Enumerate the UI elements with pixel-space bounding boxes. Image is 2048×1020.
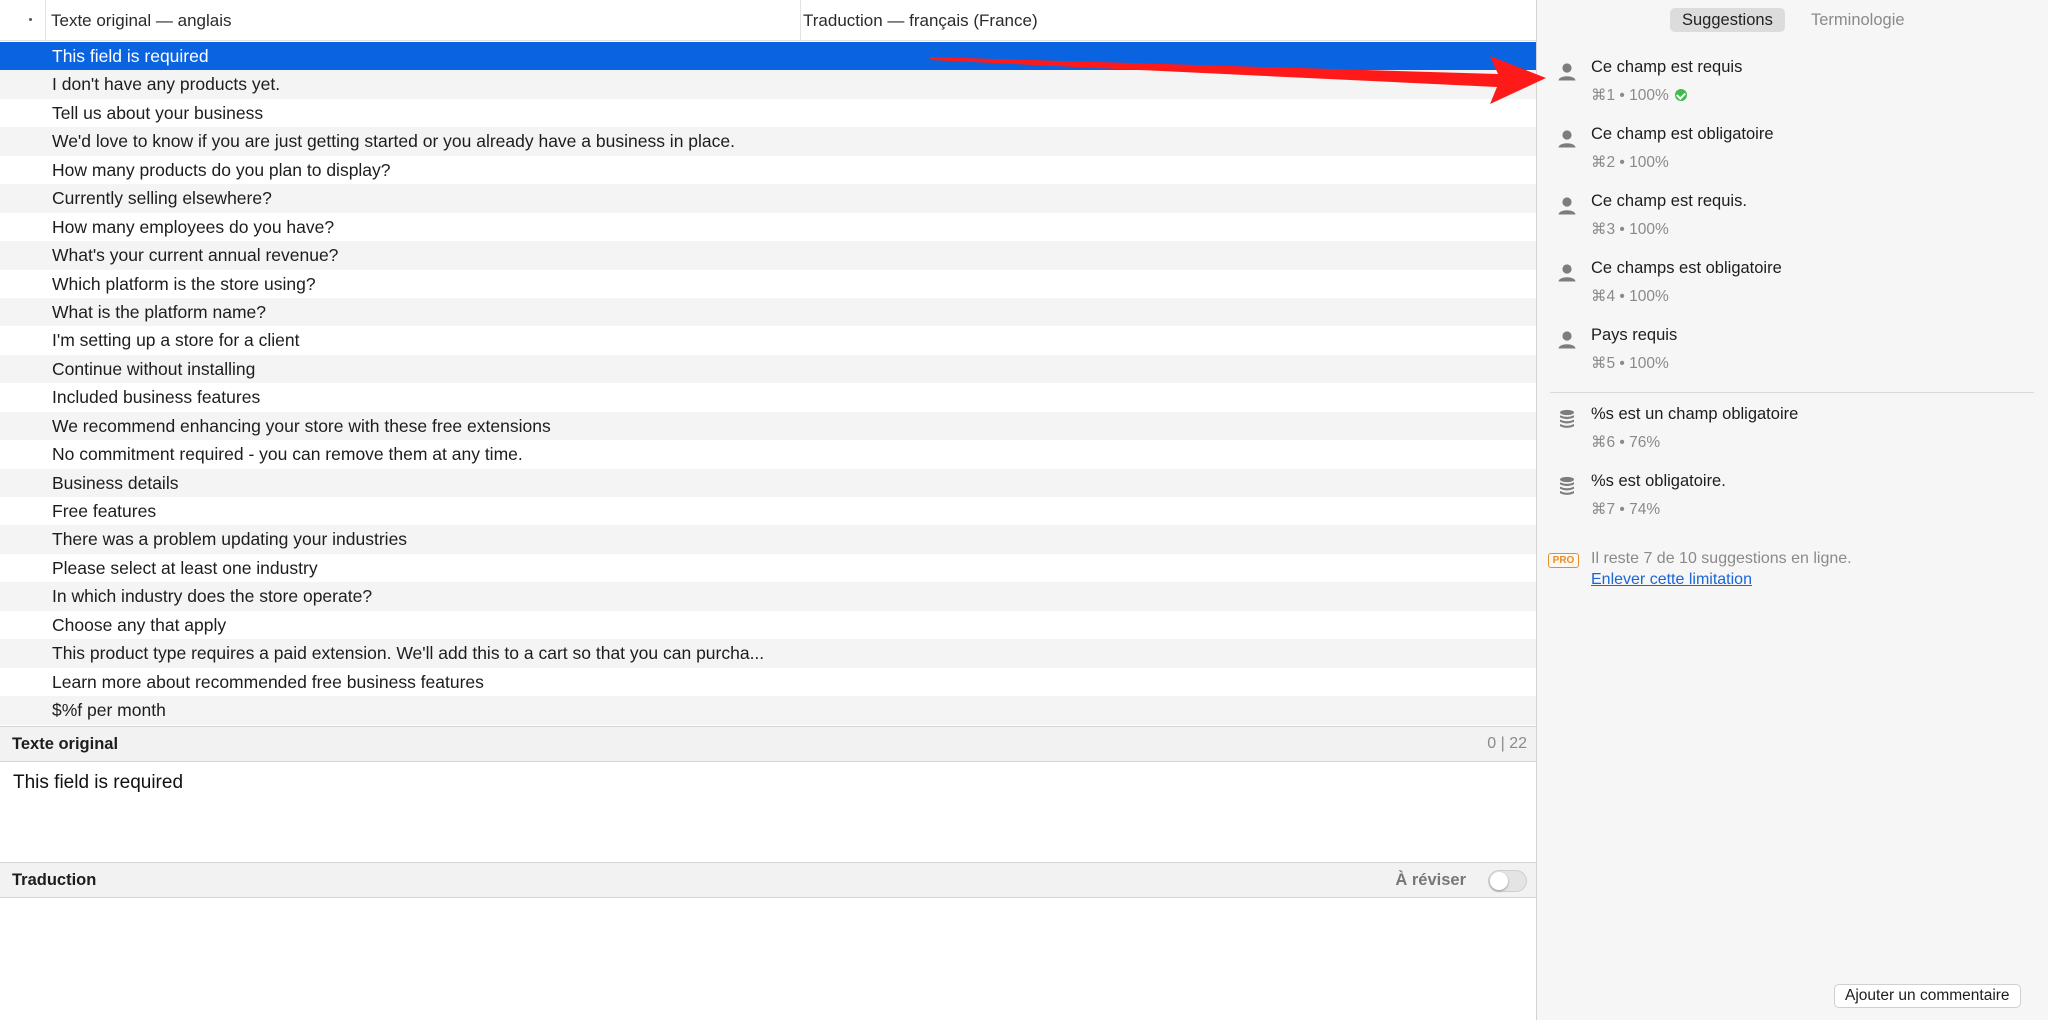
string-row[interactable]: Tell us about your business (0, 98, 1536, 128)
translation-input[interactable] (0, 898, 1536, 1020)
tab-suggestions[interactable]: Suggestions (1670, 8, 1785, 32)
string-row[interactable]: Which platform is the store using? (0, 269, 1536, 298)
suggestion-meta: ⌘5 • 100% (1591, 354, 1669, 373)
source-text-title: Texte original (12, 735, 119, 753)
suggestion-item[interactable]: Ce champ est requis. ⌘3 • 100% (1537, 189, 2048, 249)
translation-title: Traduction (12, 871, 97, 889)
suggestion-text: Ce champs est obligatoire (1591, 259, 1782, 277)
tab-terminology[interactable]: Terminologie (1799, 8, 1917, 32)
string-row[interactable]: Free features (0, 497, 1536, 526)
add-comment-button[interactable]: Ajouter un commentaire (1834, 984, 2021, 1008)
character-count: 0 | 22 (1487, 735, 1527, 752)
needs-review-toggle[interactable] (1488, 870, 1527, 892)
suggestion-divider (1550, 392, 2034, 393)
suggestion-shortcut-score: ⌘7 • 74% (1591, 501, 1661, 518)
check-circle-icon (1674, 89, 1687, 101)
string-row-selected[interactable]: This field is required (0, 42, 1536, 71)
database-icon (1556, 475, 1578, 497)
string-row[interactable]: Learn more about recommended free busine… (0, 667, 1536, 697)
suggestion-item[interactable]: %s est un champ obligatoire ⌘6 • 76% (1537, 402, 2048, 462)
source-text-header: Texte original 0 | 22 (0, 726, 1536, 762)
suggestion-meta: ⌘7 • 74% (1591, 500, 1660, 519)
suggestion-item[interactable]: Ce champ est obligatoire ⌘2 • 100% (1537, 122, 2048, 182)
suggestion-shortcut-score: ⌘2 • 100% (1591, 154, 1669, 171)
string-row[interactable]: What's your current annual revenue? (0, 241, 1536, 270)
strings-pane: Texte original — anglais Traduction — fr… (0, 0, 1536, 1020)
string-row[interactable]: How many products do you plan to display… (0, 155, 1536, 185)
suggestion-item[interactable]: Ce champ est requis ⌘1 • 100% (1537, 55, 2048, 115)
database-icon (1556, 408, 1578, 430)
suggestion-item[interactable]: Pays requis ⌘5 • 100% (1537, 323, 2048, 383)
string-row[interactable]: Currently selling elsewhere? (0, 184, 1536, 213)
suggestion-meta: ⌘4 • 100% (1591, 287, 1669, 306)
needs-review-label: À réviser (1395, 871, 1466, 889)
suggestion-item[interactable]: Ce champs est obligatoire ⌘4 • 100% (1537, 256, 2048, 316)
user-icon (1556, 61, 1578, 83)
suggestion-item[interactable]: %s est obligatoire. ⌘7 • 74% (1537, 469, 2048, 529)
string-row[interactable]: Included business features (0, 383, 1536, 412)
user-icon (1556, 329, 1578, 351)
suggestion-shortcut-score: ⌘4 • 100% (1591, 288, 1669, 305)
suggestions-sidebar: Suggestions Terminologie Ce champ est re… (1536, 0, 2048, 1020)
target-column-header[interactable]: Traduction — français (France) (800, 0, 1038, 41)
source-text-content[interactable]: This field is required (13, 772, 183, 794)
suggestion-text: %s est obligatoire. (1591, 472, 1726, 490)
suggestion-shortcut-score: ⌘1 • 100% (1591, 87, 1669, 104)
remove-limit-link[interactable]: Enlever cette limitation (1591, 571, 1752, 589)
string-list: This field is required I don't have any p… (0, 42, 1536, 725)
suggestion-text: %s est un champ obligatoire (1591, 405, 1799, 423)
pro-badge: PRO (1548, 553, 1579, 568)
string-row[interactable]: Business details (0, 468, 1536, 497)
string-row[interactable]: We'd love to know if you are just gettin… (0, 127, 1536, 156)
suggestion-text: Ce champ est obligatoire (1591, 125, 1774, 143)
suggestion-meta: ⌘6 • 76% (1591, 433, 1660, 452)
string-row[interactable]: I'm setting up a store for a client (0, 326, 1536, 355)
string-row[interactable]: We recommend enhancing your store with t… (0, 411, 1536, 441)
string-row[interactable]: No commitment required - you can remove … (0, 440, 1536, 469)
string-row[interactable]: $%f per month (0, 696, 1536, 725)
suggestion-meta: ⌘2 • 100% (1591, 153, 1669, 172)
string-row[interactable]: This product type requires a paid extens… (0, 639, 1536, 668)
string-row[interactable]: There was a problem updating your indust… (0, 525, 1536, 554)
user-icon (1556, 262, 1578, 284)
list-header: Texte original — anglais Traduction — fr… (0, 0, 1536, 41)
suggestion-meta: ⌘3 • 100% (1591, 220, 1669, 239)
suggestion-shortcut-score: ⌘5 • 100% (1591, 355, 1669, 372)
string-row[interactable]: Continue without installing (0, 354, 1536, 384)
suggestion-limit-text: Il reste 7 de 10 suggestions en ligne. (1591, 550, 1852, 567)
suggestion-shortcut-score: ⌘3 • 100% (1591, 221, 1669, 238)
string-row[interactable]: How many employees do you have? (0, 212, 1536, 242)
string-row[interactable]: Choose any that apply (0, 610, 1536, 640)
string-row[interactable]: I don't have any products yet. (0, 70, 1536, 99)
suggestion-text: Pays requis (1591, 326, 1678, 344)
source-column-header[interactable]: Texte original — anglais (45, 0, 231, 41)
string-row[interactable]: In which industry does the store operate… (0, 582, 1536, 611)
string-row[interactable]: What is the platform name? (0, 297, 1536, 327)
suggestion-text: Ce champ est requis. (1591, 192, 1747, 210)
translation-header: Traduction À réviser (0, 862, 1536, 898)
suggestion-shortcut-score: ⌘6 • 76% (1591, 434, 1661, 451)
suggestion-meta: ⌘1 • 100% (1591, 86, 1687, 105)
suggestion-text: Ce champ est requis (1591, 58, 1743, 76)
status-column-dot[interactable] (29, 18, 32, 21)
user-icon (1556, 195, 1578, 217)
string-row[interactable]: Please select at least one industry (0, 553, 1536, 583)
user-icon (1556, 128, 1578, 150)
